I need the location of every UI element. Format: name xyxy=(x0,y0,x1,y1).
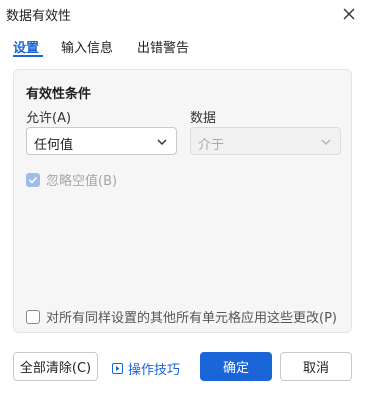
ok-button[interactable]: 确定 xyxy=(200,352,272,381)
clear-all-button[interactable]: 全部清除(C) xyxy=(13,352,98,381)
allow-label: 允许(A) xyxy=(26,111,72,126)
apply-all-checkbox[interactable] xyxy=(26,309,40,324)
dialog-title: 数据有效性 xyxy=(6,9,72,24)
tab-settings[interactable]: 设置 xyxy=(13,37,39,56)
dialog-titlebar: 数据有效性 xyxy=(0,0,366,28)
allow-select-value: 任何值 xyxy=(34,138,74,153)
close-button[interactable] xyxy=(338,3,360,25)
data-select: 介于 xyxy=(190,127,341,155)
data-label: 数据 xyxy=(190,111,217,126)
settings-panel: 有效性条件 允许(A) 任何值 数据 介于 忽略空值(B) 对所有同样设置的其他… xyxy=(13,69,352,333)
close-icon xyxy=(343,8,355,20)
section-title: 有效性条件 xyxy=(26,87,92,102)
allow-select[interactable]: 任何值 xyxy=(26,127,177,155)
tips-label[interactable]: 操作技巧 xyxy=(128,359,180,378)
tab-bar: 设置 输入信息 出错警告 xyxy=(0,34,366,60)
active-tab-indicator xyxy=(13,55,43,57)
play-icon xyxy=(112,363,123,374)
checkmark-icon xyxy=(28,176,38,184)
chevron-down-icon xyxy=(321,139,331,146)
chevron-down-icon xyxy=(157,139,167,146)
tab-input-message[interactable]: 输入信息 xyxy=(61,37,113,56)
cancel-button[interactable]: 取消 xyxy=(280,352,352,381)
data-select-value: 介于 xyxy=(198,138,225,153)
ignore-blank-option: 忽略空值(B) xyxy=(26,170,117,189)
ignore-blank-checkbox xyxy=(26,172,40,187)
ignore-blank-label: 忽略空值(B) xyxy=(46,174,118,189)
tips-link[interactable]: 操作技巧 xyxy=(112,359,180,378)
tab-error-alert[interactable]: 出错警告 xyxy=(137,37,189,56)
apply-all-label[interactable]: 对所有同样设置的其他所有单元格应用这些更改(P) xyxy=(46,307,337,326)
apply-all-option[interactable]: 对所有同样设置的其他所有单元格应用这些更改(P) xyxy=(26,307,337,326)
